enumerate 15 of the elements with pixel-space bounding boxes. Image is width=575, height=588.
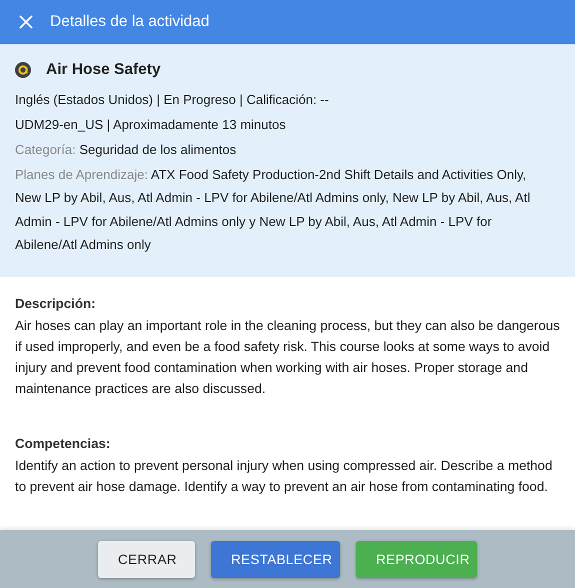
action-button[interactable]: CERRAR	[98, 540, 195, 578]
section-text: Air hoses can play an important role in the cleaning process, but they can also be dangerous if used improperly, and even be a food safety risk. This course looks at some ways to avoid injury and prevent food contamination when working with air hoses. Proper storage and maintenance practices are also discussed.	[15, 316, 560, 398]
section-heading: Descripción:	[15, 294, 97, 313]
field-text: Categoría: Seguridad de los alimentos	[15, 141, 238, 159]
activity-icon	[15, 62, 31, 78]
activity-meta: UDM29-en_US | Aproximadamente 13 minutos	[15, 116, 287, 134]
section-text: Identify an action to prevent personal injury when using compressed air. Describe a method to prevent air hose damage. Identify a way to prevent an air hose from contaminating food.	[15, 456, 554, 496]
activity-title: Air Hose Safety	[46, 61, 161, 79]
close-icon[interactable]	[19, 15, 33, 29]
field-text: Planes de Aprendizaje: ATX Food Safety Production-2nd Shift Details and Activities Only, New LP by Abil, Aus, Atl Admin - LPV for Abilene/Atl Admins only, New LP by Abil, Aus, Atl Admin - LPV for Abilene/Atl Admins only y New LP by Abil, Aus, Atl Admin - LPV for Abilene/Atl Admins only	[15, 166, 532, 254]
dialog-title: Detalles de la actividad	[50, 13, 210, 31]
action-button[interactable]: RESTABLECER	[211, 540, 340, 578]
action-button[interactable]: REPRODUCIR	[356, 540, 477, 578]
section-heading: Competencias:	[15, 434, 112, 453]
activity-meta: Inglés (Estados Unidos) | En Progreso | Calificación: --	[15, 91, 330, 109]
